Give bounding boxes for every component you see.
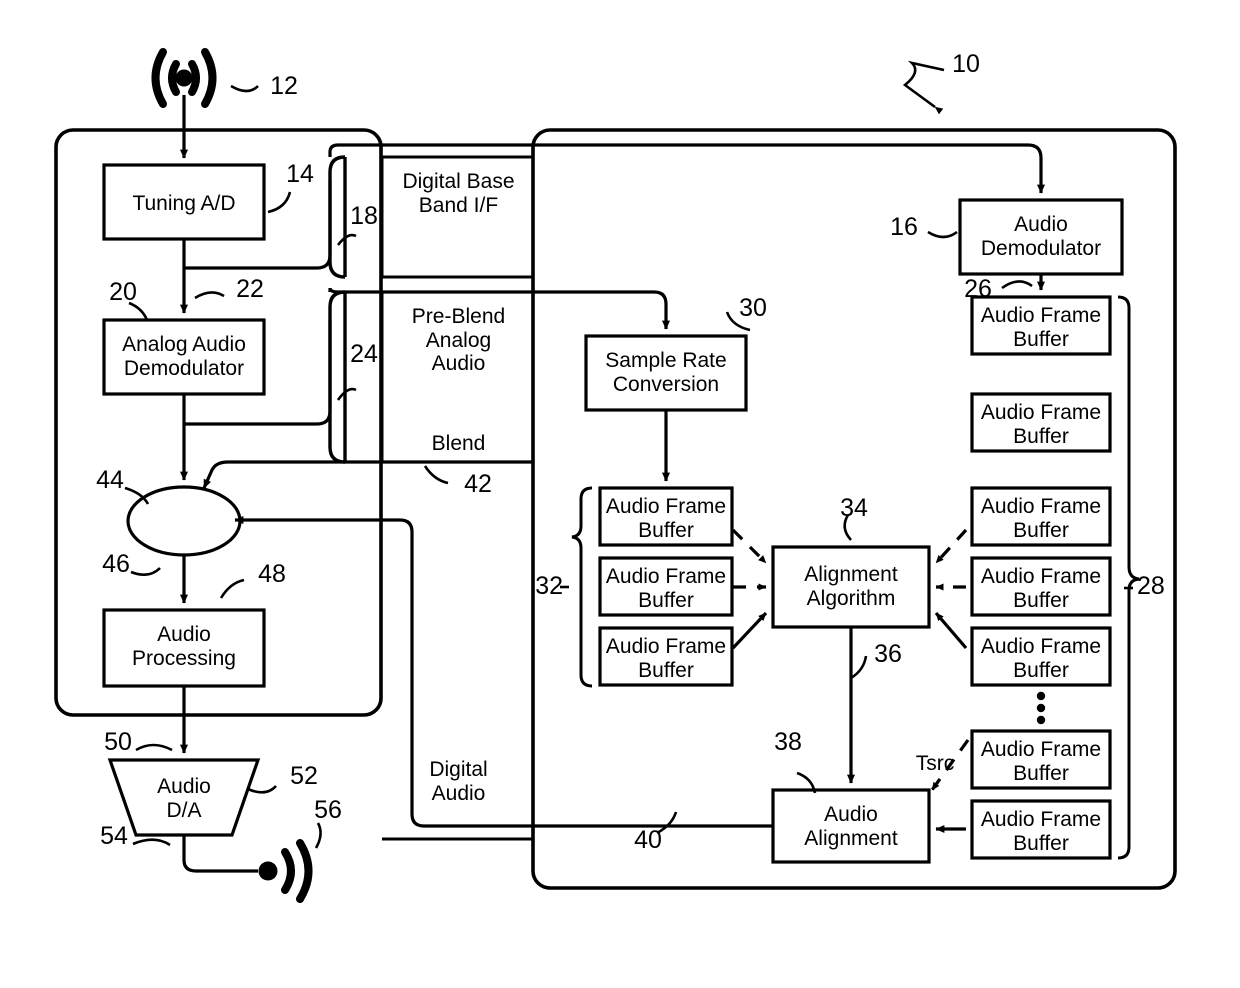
leader-18 bbox=[336, 233, 357, 246]
brace-32 bbox=[571, 486, 593, 688]
leader-14 bbox=[267, 191, 292, 214]
ref-56: 56 bbox=[314, 796, 342, 824]
leader-56 bbox=[314, 822, 322, 849]
leader-10 bbox=[902, 60, 945, 115]
ref-14: 14 bbox=[286, 160, 314, 188]
pre-blend-analog-audio-label: Pre-Blend Analog Audio bbox=[411, 305, 506, 376]
leader-42 bbox=[423, 465, 449, 485]
speaker-dot bbox=[258, 861, 278, 881]
audio-processing-label: Audio Processing bbox=[132, 623, 236, 670]
ref-50: 50 bbox=[104, 728, 132, 756]
ref-24: 24 bbox=[350, 340, 378, 368]
buffer-r3-label: Audio Frame Buffer bbox=[980, 495, 1102, 542]
ref-54: 54 bbox=[100, 822, 128, 850]
ref-34: 34 bbox=[840, 494, 868, 522]
digital-base-band-label: Digital Base Band I/F bbox=[402, 170, 515, 217]
digital-audio-label: Digital Audio bbox=[429, 758, 488, 805]
ref-26: 26 bbox=[964, 275, 992, 303]
ref-30: 30 bbox=[739, 294, 767, 322]
solid-bufferL3-to-alignment bbox=[731, 611, 768, 650]
buffer-r6-label: Audio Frame Buffer bbox=[980, 738, 1102, 785]
ref-40: 40 bbox=[634, 826, 662, 854]
audio-demodulator-label: Audio Demodulator bbox=[980, 213, 1102, 260]
line-da-to-speaker bbox=[182, 835, 258, 873]
buffer-l3-label: Audio Frame Buffer bbox=[605, 635, 727, 682]
ref-44: 44 bbox=[96, 466, 124, 494]
audio-da-label: Audio D/A bbox=[157, 775, 211, 822]
ref-46: 46 bbox=[102, 550, 130, 578]
buffer-r5-label: Audio Frame Buffer bbox=[980, 635, 1102, 682]
buffer-r1-label: Audio Frame Buffer bbox=[980, 304, 1102, 351]
buffer-l1-label: Audio Frame Buffer bbox=[605, 495, 727, 542]
solid-bufferR5-to-alignment bbox=[934, 611, 968, 650]
ref-38: 38 bbox=[774, 728, 802, 756]
blend-label: Blend bbox=[431, 432, 486, 455]
ref-20: 20 bbox=[109, 278, 137, 306]
ref-22: 22 bbox=[236, 275, 264, 303]
sample-rate-conversion-label: Sample Rate Conversion bbox=[605, 349, 727, 396]
leader-26 bbox=[1001, 280, 1033, 290]
audio-alignment-label: Audio Alignment bbox=[804, 803, 898, 850]
alignment-algorithm-label: Alignment Algorithm bbox=[804, 563, 898, 610]
analog-audio-demodulator-label: Analog Audio Demodulator bbox=[122, 333, 246, 380]
ref-18: 18 bbox=[350, 202, 378, 230]
leader-12 bbox=[230, 84, 259, 93]
ref-32: 32 bbox=[535, 572, 563, 600]
tsrc-label: Tsrc bbox=[915, 752, 955, 775]
ref-52: 52 bbox=[290, 762, 318, 790]
buffer-ellipsis bbox=[1036, 691, 1046, 725]
blend-node-ellipse bbox=[126, 485, 242, 557]
leader-24 bbox=[336, 387, 357, 401]
ref-10: 10 bbox=[952, 50, 980, 78]
leader-48 bbox=[219, 578, 245, 599]
ref-42: 42 bbox=[464, 470, 492, 498]
ref-28: 28 bbox=[1137, 572, 1165, 600]
leader-16 bbox=[927, 230, 958, 239]
ref-12: 12 bbox=[270, 72, 298, 100]
buffer-r2-label: Audio Frame Buffer bbox=[980, 401, 1102, 448]
patent-figure: Tuning A/D Analog Audio Demodulator Audi… bbox=[0, 0, 1240, 988]
brace-28 bbox=[1117, 295, 1140, 860]
leader-22 bbox=[194, 291, 225, 300]
ref-36: 36 bbox=[874, 640, 902, 668]
buffer-r4-label: Audio Frame Buffer bbox=[980, 565, 1102, 612]
speaker-icon bbox=[281, 839, 313, 903]
dash-bufferL1-to-alignment bbox=[731, 528, 768, 565]
tuning-ad-label: Tuning A/D bbox=[132, 192, 236, 215]
ref-48: 48 bbox=[258, 560, 286, 588]
dash-bufferR3-to-alignment bbox=[934, 528, 968, 565]
buffer-r7-label: Audio Frame Buffer bbox=[980, 808, 1102, 855]
ref-16: 16 bbox=[890, 213, 918, 241]
buffer-l2-label: Audio Frame Buffer bbox=[605, 565, 727, 612]
